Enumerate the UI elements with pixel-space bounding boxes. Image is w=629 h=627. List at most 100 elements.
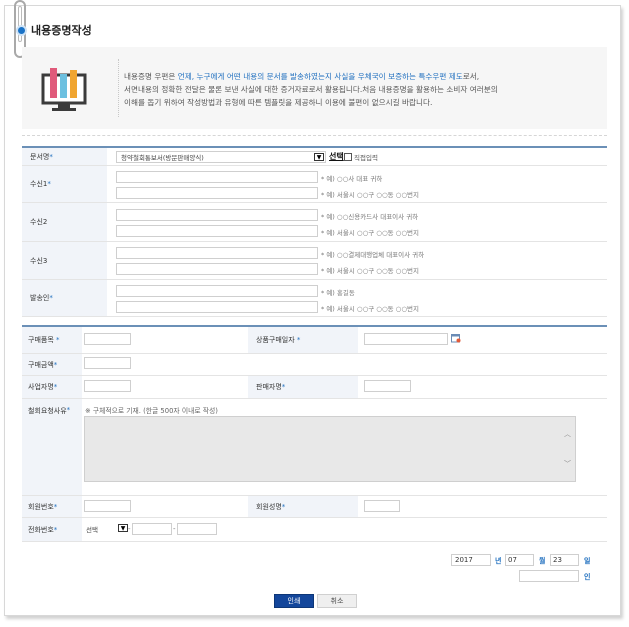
purchase-amount-input[interactable] (84, 357, 131, 369)
intro-line-2: 서면내용의 정확한 전달은 물론 보낸 사실에 대한 증거자료로서 활용됩니다.… (124, 85, 498, 94)
phone-last-input[interactable] (177, 523, 217, 535)
recipient1-name-input[interactable] (116, 171, 318, 183)
intro-box: 내용증명 우편은 언제, 누구에게 어떤 내용의 문서를 발송하였는지 사실을 … (22, 47, 607, 129)
recipient2-address-input[interactable] (116, 225, 318, 237)
phone-label-text: 전화번호 (28, 525, 54, 534)
recipient2-name-hint: * 예) ○○신용카드사 대표이사 귀하 (321, 213, 419, 221)
month-unit: 월 (539, 557, 546, 565)
required-mark: * (47, 180, 51, 188)
calendar-icon[interactable] (451, 333, 461, 343)
doc-type-row: 문서명 * 청약철회통보서(방문판매양식) ▼ 선택 직접입력 (22, 148, 607, 166)
reason-textarea[interactable]: ︿ ﹀ (84, 416, 576, 482)
member-name-label-text: 회원성명 (256, 502, 282, 511)
required-mark: * (294, 336, 301, 344)
purchase-amount-label-text: 구매금액 (28, 360, 54, 369)
business-name-input[interactable] (84, 380, 131, 392)
day-input[interactable]: 23 (550, 554, 579, 566)
business-name-label-text: 사업자명 (28, 383, 54, 391)
purchase-date-label: 상품구매일자 * (248, 327, 358, 353)
row-divider (22, 517, 607, 518)
doc-type-label: 문서명 * (22, 148, 107, 165)
purchase-item-input[interactable] (84, 333, 131, 345)
phone-dash-2: - (173, 525, 176, 533)
sender-label: 발송인 * (22, 280, 107, 316)
row-divider (22, 541, 607, 542)
doc-type-selected: 청약철회통보서(방문판매양식) (121, 154, 204, 162)
phone-label: 전화번호 * (22, 518, 82, 541)
intro-highlight: 언제, 누구에게 어떤 내용의 문서를 발송하였는지 사실을 우체국이 보증하는… (177, 72, 463, 81)
required-mark: * (53, 383, 58, 391)
member-no-input[interactable] (84, 500, 131, 512)
sender-name-input[interactable] (116, 285, 318, 297)
seller-name-label: 판매자명 * (248, 376, 358, 398)
direct-input-checkbox[interactable] (344, 153, 352, 161)
recipient3-name-input[interactable] (116, 247, 318, 259)
chevron-down-icon: ▼ (118, 524, 128, 532)
seal-unit: 인 (584, 573, 591, 581)
required-mark: * (53, 502, 58, 511)
cancel-button[interactable]: 취소 (317, 594, 357, 608)
recipient1-address-input[interactable] (116, 187, 318, 199)
print-button[interactable]: 인쇄 (274, 594, 314, 608)
phone-prefix-select[interactable]: 선택 ▼ (84, 523, 128, 535)
phone-prefix-selected: 선택 (86, 526, 98, 534)
seller-name-label-text: 판매자명 (256, 383, 282, 391)
year-unit: 년 (495, 557, 502, 565)
doc-type-label-text: 문서명 (30, 152, 50, 161)
signature-name-input[interactable] (519, 570, 579, 582)
required-mark: * (281, 502, 286, 511)
recipient3-name-hint: * 예) ○○결제대행업체 대표이사 귀하 (321, 251, 425, 259)
reason-label: 철회요청사유 * (22, 399, 82, 495)
page-header: 내용증명작성 (16, 22, 92, 38)
purchase-item-label: 구매품목 * (22, 327, 82, 353)
member-name-label: 회원성명 * (248, 496, 358, 517)
purchase-date-label-text: 상품구매일자 (256, 336, 295, 344)
required-mark: * (53, 525, 58, 534)
member-name-input[interactable] (364, 500, 400, 512)
phone-dash-1: - (128, 525, 131, 533)
required-mark: * (49, 294, 53, 302)
seller-name-input[interactable] (364, 380, 411, 392)
row-divider (22, 398, 607, 399)
divider (22, 135, 607, 136)
doc-type-select[interactable]: 청약철회통보서(방문판매양식) ▼ (116, 151, 326, 163)
intro-text: 내용증명 우편은 언제, 누구에게 어떤 내용의 문서를 발송하였는지 사실을 … (124, 70, 596, 109)
required-mark: * (49, 152, 53, 161)
recipient3-address-input[interactable] (116, 263, 318, 275)
scroll-up-icon[interactable]: ︿ (564, 429, 571, 439)
purchase-amount-label: 구매금액 * (22, 354, 82, 375)
day-unit: 일 (584, 557, 591, 565)
intro-line-3: 이해를 돕기 위하여 작성방법과 유형에 따른 템플릿을 제공하니 이용에 불편… (124, 98, 433, 107)
reason-label-text: 철회요청사유 (28, 407, 67, 415)
chevron-down-icon: ▼ (314, 153, 324, 161)
recipient2-row: 수신2 * 예) ○○신용카드사 대표이사 귀하 * 예) 서울시 ○○구 ○○… (22, 203, 607, 242)
row-divider (22, 353, 607, 354)
year-input[interactable]: 2017 (451, 554, 491, 566)
recipient1-row: 수신1 * * 예) ○○사 대표 귀하 * 예) 서울시 ○○구 ○○동 ○○번… (22, 166, 607, 203)
phone-middle-input[interactable] (132, 523, 172, 535)
month-input[interactable]: 07 (505, 554, 534, 566)
sender-label-text: 발송인 (30, 294, 50, 302)
required-mark: * (66, 406, 71, 414)
sender-address-hint: * 예) 서울시 ○○구 ○○동 ○○번지 (321, 305, 419, 313)
required-mark: * (281, 383, 286, 391)
recipient1-label: 수신1 * (22, 166, 107, 202)
recipient2-name-input[interactable] (116, 209, 318, 221)
recipient2-address-hint: * 예) 서울시 ○○구 ○○동 ○○번지 (321, 229, 419, 237)
recipient1-name-hint: * 예) ○○사 대표 귀하 (321, 175, 383, 183)
required-mark: * (53, 336, 60, 344)
sender-address-input[interactable] (116, 301, 318, 313)
intro-line-1: 내용증명 우편은 언제, 누구에게 어떤 내용의 문서를 발송하였는지 사실을 … (124, 70, 596, 83)
circle-bullet-icon (16, 24, 27, 36)
intro-divider (118, 59, 119, 117)
scroll-down-icon[interactable]: ﹀ (564, 459, 571, 469)
purchase-date-input[interactable] (364, 333, 448, 345)
document-chart-icon (41, 68, 87, 111)
sender-row: 발송인 * * 예) 홍길동 * 예) 서울시 ○○구 ○○동 ○○번지 (22, 280, 607, 317)
recipient-section: 문서명 * 청약철회통보서(방문판매양식) ▼ 선택 직접입력 수신1 * * 예)… (22, 146, 607, 317)
recipient3-address-hint: * 예) 서울시 ○○구 ○○동 ○○번지 (321, 267, 419, 275)
recipient2-label: 수신2 (22, 203, 107, 241)
purchase-item-label-text: 구매품목 (28, 336, 54, 344)
page-title: 내용증명작성 (31, 24, 92, 37)
select-button[interactable]: 선택 (329, 151, 344, 162)
